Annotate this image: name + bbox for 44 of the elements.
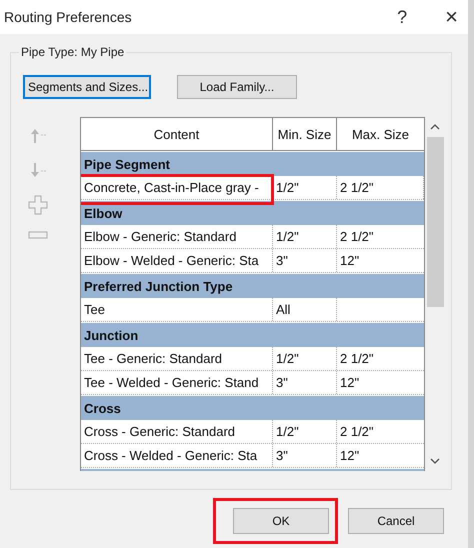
table-cell[interactable]: Tee <box>81 298 273 321</box>
table-cell[interactable]: 1/2" <box>273 176 337 199</box>
close-button[interactable]: × <box>441 4 462 30</box>
table-cell[interactable]: 3" <box>273 444 337 467</box>
table-cell[interactable]: All <box>273 298 337 321</box>
table-cell[interactable]: 2 1/2" <box>337 225 424 248</box>
scroll-up-icon[interactable] <box>429 123 441 131</box>
dialog-button[interactable]: Segments and Sizes... <box>23 75 151 99</box>
table-cell[interactable]: Cross - Welded - Generic: Sta <box>81 444 273 467</box>
section-heading: Elbow <box>81 201 424 225</box>
table-cell[interactable]: Cross - Generic: Standard <box>81 420 273 443</box>
section-heading: Junction <box>81 323 424 347</box>
table-cell[interactable]: Elbow - Welded - Generic: Sta <box>81 249 273 272</box>
column-header[interactable]: Max. Size <box>337 118 424 150</box>
scroll-thumb[interactable] <box>426 137 444 307</box>
section-heading: Preferred Junction Type <box>81 274 424 298</box>
group-label: Pipe Type: My Pipe <box>19 45 126 59</box>
dialog-button[interactable]: OK <box>233 508 329 534</box>
add-icon[interactable] <box>28 195 48 215</box>
table-cell[interactable]: Tee - Welded - Generic: Stand <box>81 371 273 394</box>
dialog-button[interactable]: Load Family... <box>177 75 297 99</box>
table-cell[interactable]: 1/2" <box>273 420 337 443</box>
section-heading: Pipe Segment <box>81 152 424 176</box>
table-cell[interactable]: 1/2" <box>273 347 337 370</box>
help-button[interactable]: ? <box>393 6 412 28</box>
table-cell[interactable]: 3" <box>273 371 337 394</box>
dialog-button[interactable]: Cancel <box>348 508 444 534</box>
table-cell[interactable]: 2 1/2" <box>337 420 424 443</box>
table-cell[interactable]: Tee - Generic: Standard <box>81 347 273 370</box>
table-cell[interactable]: 2 1/2" <box>337 347 424 370</box>
table-cell[interactable]: 12" <box>337 249 424 272</box>
column-header[interactable]: Content <box>81 118 273 150</box>
table-cell[interactable]: 3" <box>273 249 337 272</box>
table-cell[interactable]: 12" <box>337 444 424 467</box>
table-cell[interactable]: Concrete, Cast-in-Place gray - <box>81 176 273 199</box>
window-title: Routing Preferences <box>4 9 133 25</box>
table-cell[interactable]: Elbow - Generic: Standard <box>81 225 273 248</box>
table-cell[interactable]: 1/2" <box>273 225 337 248</box>
table-cell[interactable]: 12" <box>337 371 424 394</box>
column-header[interactable]: Min. Size <box>273 118 337 150</box>
section-heading: Cross <box>81 396 424 420</box>
scroll-down-icon[interactable] <box>429 457 441 465</box>
table-cell[interactable]: 2 1/2" <box>337 176 424 199</box>
remove-icon[interactable] <box>28 231 48 239</box>
